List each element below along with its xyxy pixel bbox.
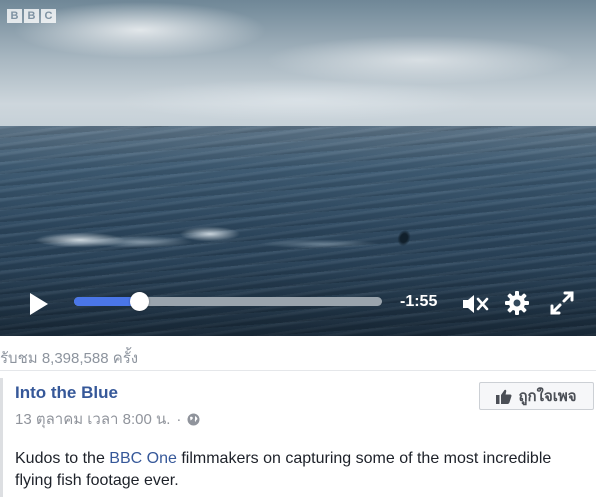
progress-bar-handle[interactable] bbox=[129, 292, 149, 311]
post-body: Kudos to the BBC One filmmakers on captu… bbox=[15, 448, 575, 492]
gear-icon bbox=[505, 291, 529, 315]
post-meta: 13 ตุลาคม เวลา 8:00 น. · bbox=[15, 407, 200, 431]
post-left-rule bbox=[0, 378, 3, 497]
globe-icon bbox=[187, 413, 200, 425]
mute-button[interactable] bbox=[461, 293, 491, 315]
post-card: Into the Blue 13 ตุลาคม เวลา 8:00 น. · ถ… bbox=[0, 378, 596, 497]
page-name-link[interactable]: Into the Blue bbox=[15, 383, 118, 403]
bbc-logo: B B C bbox=[7, 9, 56, 23]
settings-button[interactable] bbox=[504, 290, 530, 316]
time-remaining: -1:55 bbox=[400, 293, 438, 310]
privacy-button[interactable] bbox=[187, 413, 200, 426]
video-player[interactable]: B B C -1:55 bbox=[0, 0, 596, 336]
view-count: รับชม 8,398,588 ครั้ง bbox=[0, 350, 139, 367]
post-timestamp[interactable]: 13 ตุลาคม เวลา 8:00 น. bbox=[15, 407, 170, 431]
progress-bar[interactable] bbox=[74, 292, 382, 311]
post-body-text-start: Kudos to the bbox=[15, 450, 110, 467]
bbc-logo-letter: B bbox=[24, 9, 39, 23]
play-button[interactable] bbox=[26, 291, 52, 317]
like-page-button[interactable]: ถูกใจเพจ bbox=[479, 382, 594, 410]
divider bbox=[0, 370, 596, 371]
fullscreen-button[interactable] bbox=[549, 290, 575, 316]
progress-bar-fill bbox=[74, 297, 139, 306]
bbc-logo-letter: B bbox=[7, 9, 22, 23]
bbc-logo-letter: C bbox=[41, 9, 56, 23]
video-frame-splash bbox=[20, 218, 390, 258]
thumbs-up-icon bbox=[496, 389, 512, 404]
like-page-label: ถูกใจเพจ bbox=[518, 388, 577, 405]
play-icon bbox=[30, 293, 48, 315]
expand-icon bbox=[550, 291, 574, 315]
meta-separator: · bbox=[176, 410, 182, 428]
muted-speaker-icon bbox=[463, 295, 489, 313]
bbc-one-link[interactable]: BBC One bbox=[109, 450, 177, 467]
video-frame-sky bbox=[0, 0, 596, 130]
